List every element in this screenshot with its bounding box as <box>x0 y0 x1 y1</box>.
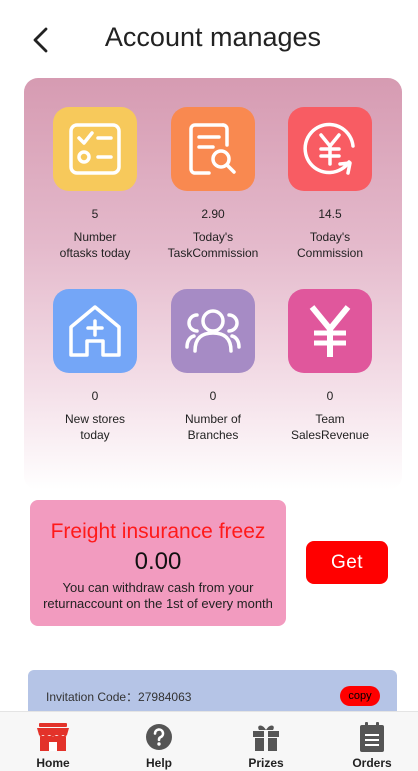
document-search-icon <box>189 123 236 175</box>
stat-value: 0 <box>209 389 217 403</box>
stat-tile <box>171 107 255 191</box>
freight-description: You can withdraw cash from your returnac… <box>43 580 273 611</box>
stat-tile <box>171 289 255 373</box>
tab-label: Prizes <box>248 756 284 770</box>
stat-task-commission[interactable]: 2.90 Today's TaskCommission <box>154 107 272 261</box>
stat-value: 14.5 <box>318 207 342 221</box>
stat-tile <box>53 289 137 373</box>
stat-new-stores[interactable]: 0 New stores today <box>36 289 154 443</box>
stat-tasks-today[interactable]: 5 Number oftasks today <box>36 107 154 261</box>
stat-branches[interactable]: 0 Number of Branches <box>154 289 272 443</box>
stat-tile <box>288 107 372 191</box>
stat-label: Today's TaskCommission <box>167 230 259 260</box>
store-add-icon <box>69 305 121 357</box>
freight-insurance-card: Freight insurance freez 0.00 You can wit… <box>30 500 286 626</box>
header: Account manages <box>0 0 418 78</box>
freight-amount: 0.00 <box>134 548 182 575</box>
team-icon <box>185 309 241 353</box>
store-icon <box>37 723 69 751</box>
stat-value: 5 <box>91 207 99 221</box>
stat-todays-commission[interactable]: 14.5 Today's Commission <box>271 107 389 261</box>
stat-tile <box>53 107 137 191</box>
clipboard-icon <box>360 722 384 752</box>
yen-icon <box>309 305 351 357</box>
invitation-code: Invitation Code：27984063 <box>46 690 192 704</box>
stat-value: 0 <box>91 389 99 403</box>
stat-label: New stores today <box>64 412 126 442</box>
stat-value: 0 <box>326 389 334 403</box>
tab-orders[interactable]: Orders <box>332 720 412 770</box>
page-title: Account manages <box>104 22 322 52</box>
question-icon <box>146 724 172 750</box>
tab-label: Orders <box>352 756 392 770</box>
tab-label: Help <box>145 756 172 770</box>
tab-prizes[interactable]: Prizes <box>226 720 306 770</box>
stat-team-sales[interactable]: 0 Team SalesRevenue <box>271 289 389 443</box>
tab-home[interactable]: Home <box>13 720 93 770</box>
checklist-icon <box>69 123 121 175</box>
bottom-tab-bar: Home Help Prizes Orders <box>0 711 418 771</box>
stat-label: Today's Commission <box>296 230 363 260</box>
freight-title: Freight insurance freez <box>50 520 266 543</box>
tab-help[interactable]: Help <box>119 720 199 770</box>
stat-value: 2.90 <box>201 207 225 221</box>
stat-label: Team SalesRevenue <box>290 412 370 442</box>
yen-refresh-icon <box>303 122 355 175</box>
get-button[interactable]: Get <box>306 541 388 584</box>
stat-tile <box>288 289 372 373</box>
stat-label: Number of Branches <box>184 412 242 442</box>
stat-label: Number oftasks today <box>59 230 131 260</box>
stats-panel: 5 Number oftasks today 2.90 Today's Task… <box>24 78 402 490</box>
tab-label: Home <box>36 756 70 770</box>
gift-icon <box>253 725 279 751</box>
copy-button[interactable]: copy <box>340 686 380 706</box>
